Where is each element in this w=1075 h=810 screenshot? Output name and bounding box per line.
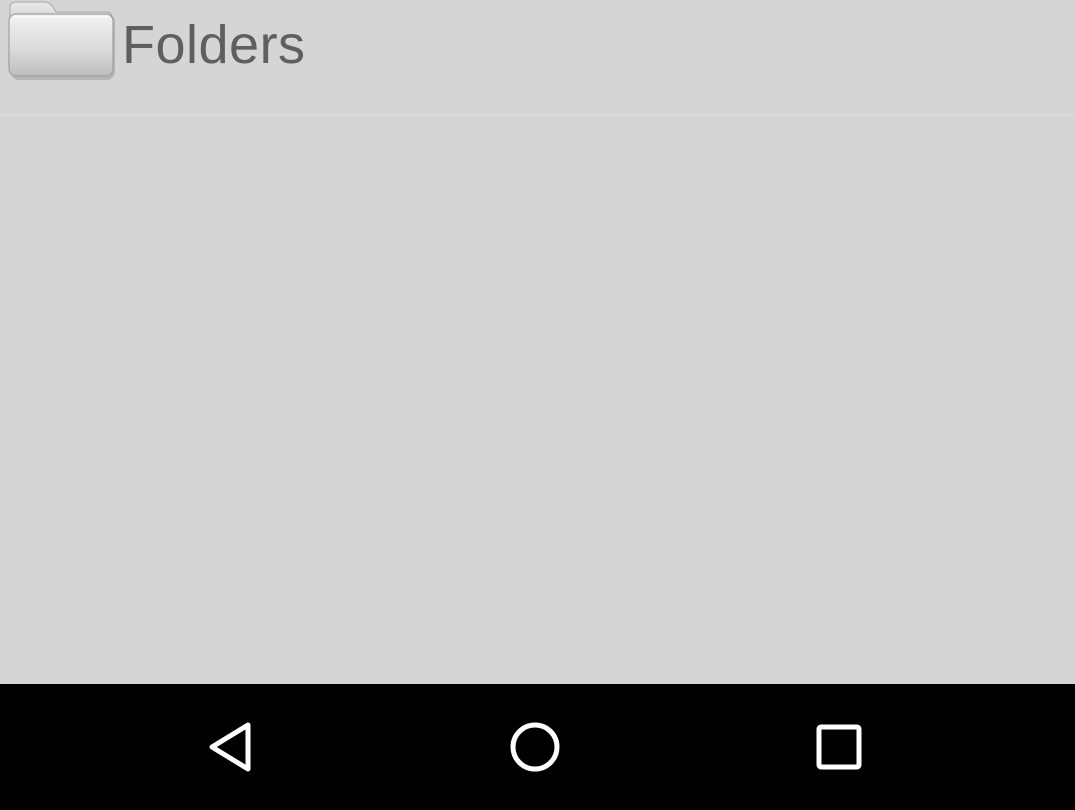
- screen: Folders: [0, 0, 1075, 810]
- folder-icon: [6, 0, 118, 84]
- home-circle-icon: [510, 722, 560, 772]
- header-bar: Folders: [0, 0, 1075, 116]
- home-button[interactable]: [500, 712, 570, 782]
- back-triangle-icon: [209, 722, 251, 772]
- navigation-bar: [0, 684, 1075, 810]
- recent-apps-square-icon: [816, 724, 862, 770]
- page-title: Folders: [122, 15, 306, 75]
- folder-list-area: [0, 116, 1075, 684]
- recent-apps-button[interactable]: [804, 712, 874, 782]
- back-button[interactable]: [197, 712, 267, 782]
